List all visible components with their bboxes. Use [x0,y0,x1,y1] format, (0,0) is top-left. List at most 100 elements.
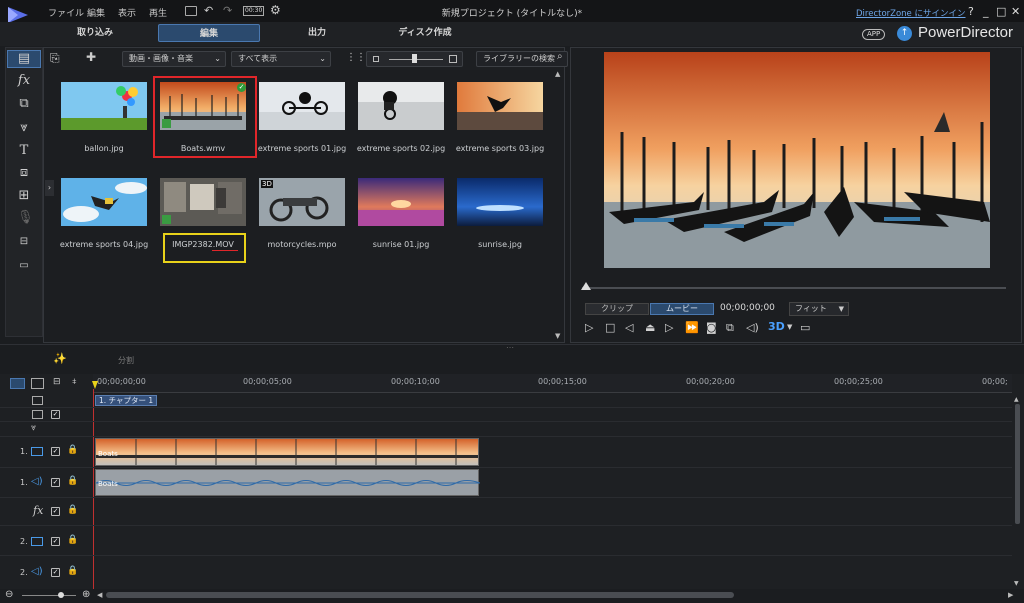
library-search-input[interactable]: ライブラリーの検索 [476,51,568,67]
split-playhead-icon[interactable]: ⏏ [645,321,655,334]
volume-icon[interactable]: ◁) [746,321,759,334]
search-icon[interactable]: ⌕ [557,51,563,62]
thumb-name: extreme sports 03.jpg [455,144,545,153]
split-button[interactable]: 分割 [118,355,134,366]
app-badge[interactable]: APP [862,29,886,40]
ruler-label: 00;00;25;00 [834,377,883,386]
thumb-extreme-sports-01[interactable] [259,82,345,130]
zoom-fit-dropdown[interactable]: フィット ▼ [789,302,849,316]
fx-room-icon[interactable]: fx [17,74,31,88]
previous-frame-icon[interactable]: ◁ [625,321,633,334]
horizontal-scroll-thumb[interactable] [106,592,734,598]
timeline-view-button[interactable] [10,378,25,389]
fit-timeline-icon[interactable]: ⊟ [53,377,61,387]
pip-room-icon[interactable]: ⧉ [17,97,31,111]
transition-room-icon[interactable]: ⧈ [17,166,31,180]
title-room-icon[interactable]: T [17,144,31,158]
undock-window-icon[interactable]: ⧉ [726,321,734,335]
expand-panel-chevron-icon[interactable]: › [45,180,54,196]
maximize-button[interactable]: □ [996,5,1006,18]
scroll-up-icon[interactable]: ▲ [555,70,560,78]
library-scrollbar[interactable] [554,72,562,340]
import-media-icon[interactable]: ⎘ [50,51,60,66]
thumb-sunrise-01[interactable] [358,178,444,226]
dropdown-arrow-icon[interactable]: ▼ [787,323,792,331]
zoom-slider-track[interactable] [22,595,76,596]
movie-mode-button[interactable]: ムービー [650,303,714,315]
audio-track-1-checkbox[interactable]: ✓ [51,478,60,487]
resize-grip-icon[interactable]: ⋯ [506,343,514,352]
clip-mode-button[interactable]: クリップ [585,303,649,315]
audio-clip-boats[interactable] [95,469,481,496]
media-room-icon[interactable]: ▤ [17,52,31,66]
thumb-boats[interactable] [160,82,246,130]
track-lock-icon[interactable]: 🔒 [67,445,78,455]
3d-mode-button[interactable]: 3D [768,320,785,333]
track-number: 1. [20,478,28,487]
voiceover-mic-icon[interactable]: 🎙 [17,211,34,225]
zoom-slider-thumb[interactable] [58,592,64,598]
seek-slider-handle[interactable] [581,282,591,290]
directorzone-signin-link[interactable]: DirectorZone にサインイン [856,7,966,19]
zoom-out-icon[interactable]: ⊖ [5,589,13,600]
tab-create-disc[interactable]: ディスク作成 [380,24,470,42]
next-frame-icon[interactable]: ▷ [665,321,673,334]
scroll-down-icon[interactable]: ▼ [1014,580,1019,587]
audio-mixing-room-icon[interactable]: ⊞ [17,189,31,203]
minimize-button[interactable]: _ [983,5,989,18]
subtitle-room-icon[interactable]: ▭ [17,259,31,273]
fast-forward-icon[interactable]: ⏩ [685,321,699,334]
stop-icon[interactable]: □ [605,321,615,334]
thumb-extreme-sports-03[interactable] [457,82,543,130]
media-filter-dropdown[interactable]: 動画・画像・音楽 ⌄ [122,51,226,67]
thumb-sunrise[interactable] [457,178,543,226]
particle-room-icon[interactable]: ⩔ [17,121,31,135]
track-lock-icon[interactable]: 🔒 [67,476,78,486]
upgrade-arrow-icon[interactable]: ↑ [897,26,912,41]
thumb-ballon[interactable] [61,82,147,130]
subtitle-track-checkbox[interactable]: ✓ [51,410,60,419]
scroll-right-icon[interactable]: ▶ [1008,591,1013,599]
playhead-handle[interactable] [92,381,98,389]
snapshot-camera-icon[interactable]: ◙ [706,321,717,334]
chapter-marker[interactable]: 1. チャプター 1 [95,395,158,406]
tab-capture[interactable]: 取り込み [60,24,130,42]
track-manager-icon[interactable]: ⧧ [72,377,77,387]
play-icon[interactable]: ▷ [585,321,593,334]
fx-track-checkbox[interactable]: ✓ [51,507,60,516]
video-clip-boats[interactable] [95,438,479,466]
plugin-puzzle-icon[interactable]: ✚ [86,50,96,64]
scroll-down-icon[interactable]: ▼ [555,332,560,340]
help-button[interactable]: ? [968,5,974,18]
vertical-scroll-thumb[interactable] [1015,404,1020,524]
preview-seek-bar[interactable] [582,287,1006,289]
close-button[interactable]: ✕ [1011,5,1020,18]
thumbnail-size-slider[interactable] [366,51,463,67]
track-lock-icon[interactable]: 🔒 [67,566,78,576]
preview-timecode[interactable]: 00;00;00;00 [720,303,775,313]
video-track-1-checkbox[interactable]: ✓ [51,447,60,456]
display-settings-icon[interactable]: ▭ [800,321,810,334]
tab-edit[interactable]: 編集 [158,24,260,42]
in-use-check-icon: ✓ [237,83,246,92]
thumb-extreme-sports-04[interactable] [61,178,147,226]
chapter-room-icon[interactable]: ⊟ [17,235,31,249]
chevron-down-icon: ⌄ [214,54,221,63]
storyboard-view-button[interactable] [31,378,44,389]
slider-thumb[interactable] [412,54,417,63]
chapter-track-icon [32,396,43,405]
track-divider [0,497,1012,498]
track-lock-icon[interactable]: 🔒 [67,505,78,515]
tab-produce[interactable]: 出力 [282,24,352,42]
video-track-2-checkbox[interactable]: ✓ [51,537,60,546]
scroll-up-icon[interactable]: ▲ [1014,396,1019,403]
show-all-dropdown[interactable]: すべて表示 ⌄ [231,51,331,67]
zoom-in-icon[interactable]: ⊕ [82,589,90,600]
scroll-left-icon[interactable]: ◀ [97,591,102,599]
track-lock-icon[interactable]: 🔒 [67,535,78,545]
audio-track-2-checkbox[interactable]: ✓ [51,568,60,577]
thumb-extreme-sports-02[interactable] [358,82,444,130]
magic-tools-icon[interactable]: ✨ [53,352,67,365]
thumb-imgp2382[interactable] [160,178,246,226]
grid-view-icon[interactable]: ⋮⋮ [346,52,366,63]
